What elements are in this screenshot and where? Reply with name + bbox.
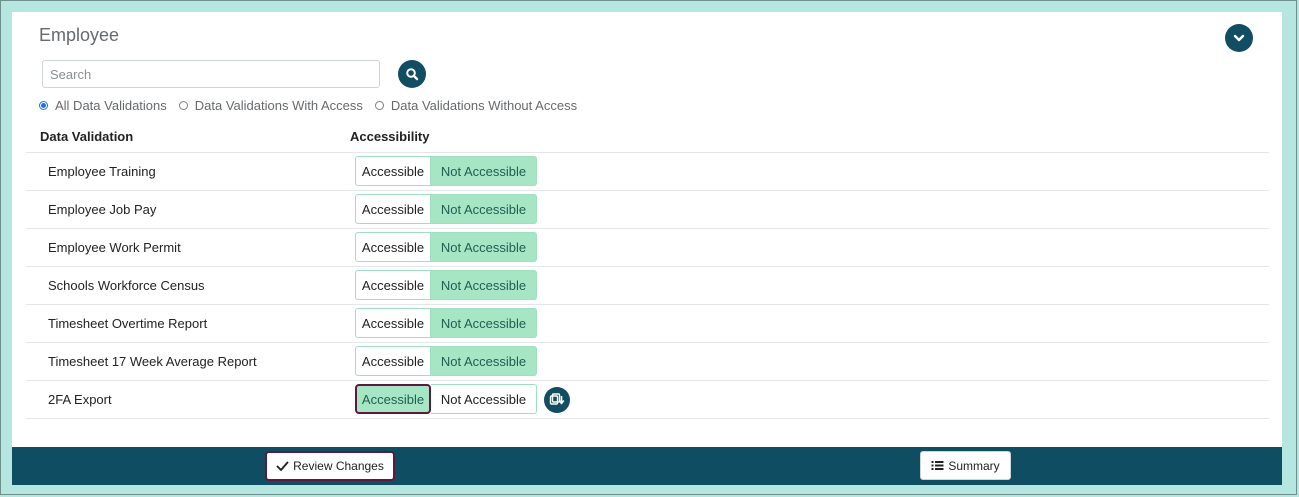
filter-without-access-label: Data Validations Without Access [390, 97, 578, 113]
collapse-button[interactable] [1225, 24, 1253, 52]
revert-change-button[interactable] [544, 387, 570, 413]
copy-revert-icon [549, 393, 565, 405]
access-toggle: Accessible Not Accessible [355, 156, 537, 186]
column-header-data-validation: Data Validation [40, 129, 134, 144]
table-row: Timesheet 17 Week Average Report Accessi… [26, 343, 1269, 381]
accessible-option[interactable]: Accessible [355, 384, 431, 414]
not-accessible-option[interactable]: Not Accessible [431, 270, 537, 300]
chevron-down-icon [1233, 34, 1245, 42]
access-toggle: Accessible Not Accessible [355, 346, 537, 376]
row-label: Timesheet Overtime Report [48, 316, 208, 331]
accessible-option[interactable]: Accessible [355, 232, 431, 262]
row-label: Schools Workforce Census [48, 278, 205, 293]
checkmark-icon [276, 461, 289, 472]
not-accessible-option[interactable]: Not Accessible [431, 384, 537, 414]
table-row: Employee Job Pay Accessible Not Accessib… [26, 191, 1269, 229]
summary-label: Summary [948, 458, 1000, 473]
access-toggle: Accessible Not Accessible [355, 194, 537, 224]
not-accessible-option[interactable]: Not Accessible [431, 308, 537, 338]
not-accessible-option[interactable]: Not Accessible [431, 346, 537, 376]
filter-without-access[interactable]: Data Validations Without Access [374, 97, 578, 113]
not-accessible-option[interactable]: Not Accessible [431, 194, 537, 224]
filter-with-access[interactable]: Data Validations With Access [178, 97, 363, 113]
table-row: Schools Workforce Census Accessible Not … [26, 267, 1269, 305]
employee-panel: Employee All Data Validations Data Valid… [12, 12, 1282, 447]
accessible-option[interactable]: Accessible [355, 156, 431, 186]
footer-bar: Review Changes Summary [12, 447, 1282, 485]
filter-all[interactable]: All Data Validations [39, 98, 167, 113]
review-changes-button[interactable]: Review Changes [265, 451, 395, 481]
row-label: Employee Training [48, 164, 156, 179]
table-row: 2FA Export Accessible Not Accessible [26, 381, 1269, 419]
radio-all[interactable] [39, 100, 48, 110]
list-icon [931, 460, 944, 471]
search-icon [406, 68, 419, 81]
not-accessible-option[interactable]: Not Accessible [431, 156, 537, 186]
table-row: Timesheet Overtime Report Accessible Not… [26, 305, 1269, 343]
row-label: Employee Work Permit [48, 240, 181, 255]
accessible-option[interactable]: Accessible [355, 194, 431, 224]
column-header-accessibility: Accessibility [350, 129, 430, 144]
summary-button[interactable]: Summary [920, 451, 1011, 480]
access-toggle: Accessible Not Accessible [355, 270, 537, 300]
row-label: Timesheet 17 Week Average Report [48, 354, 257, 369]
radio-with-access[interactable] [178, 100, 188, 110]
search-button[interactable] [398, 60, 426, 88]
search-input[interactable] [42, 60, 380, 88]
table-row: Employee Training Accessible Not Accessi… [26, 153, 1269, 191]
access-toggle: Accessible Not Accessible [355, 308, 537, 338]
access-toggle: Accessible Not Accessible [355, 384, 537, 414]
row-label: Employee Job Pay [48, 202, 157, 217]
access-toggle: Accessible Not Accessible [355, 232, 537, 262]
accessible-option[interactable]: Accessible [355, 308, 431, 338]
validation-filter: All Data Validations Data Validations Wi… [39, 97, 589, 113]
accessible-option[interactable]: Accessible [355, 346, 431, 376]
table-row: Employee Work Permit Accessible Not Acce… [26, 229, 1269, 267]
radio-without-access[interactable] [374, 100, 384, 110]
row-label: 2FA Export [48, 392, 112, 407]
filter-all-label: All Data Validations [55, 97, 167, 113]
filter-with-access-label: Data Validations With Access [194, 97, 363, 113]
section-title: Employee [39, 25, 120, 45]
not-accessible-option[interactable]: Not Accessible [431, 232, 537, 262]
accessible-option[interactable]: Accessible [355, 270, 431, 300]
review-changes-label: Review Changes [293, 459, 384, 473]
